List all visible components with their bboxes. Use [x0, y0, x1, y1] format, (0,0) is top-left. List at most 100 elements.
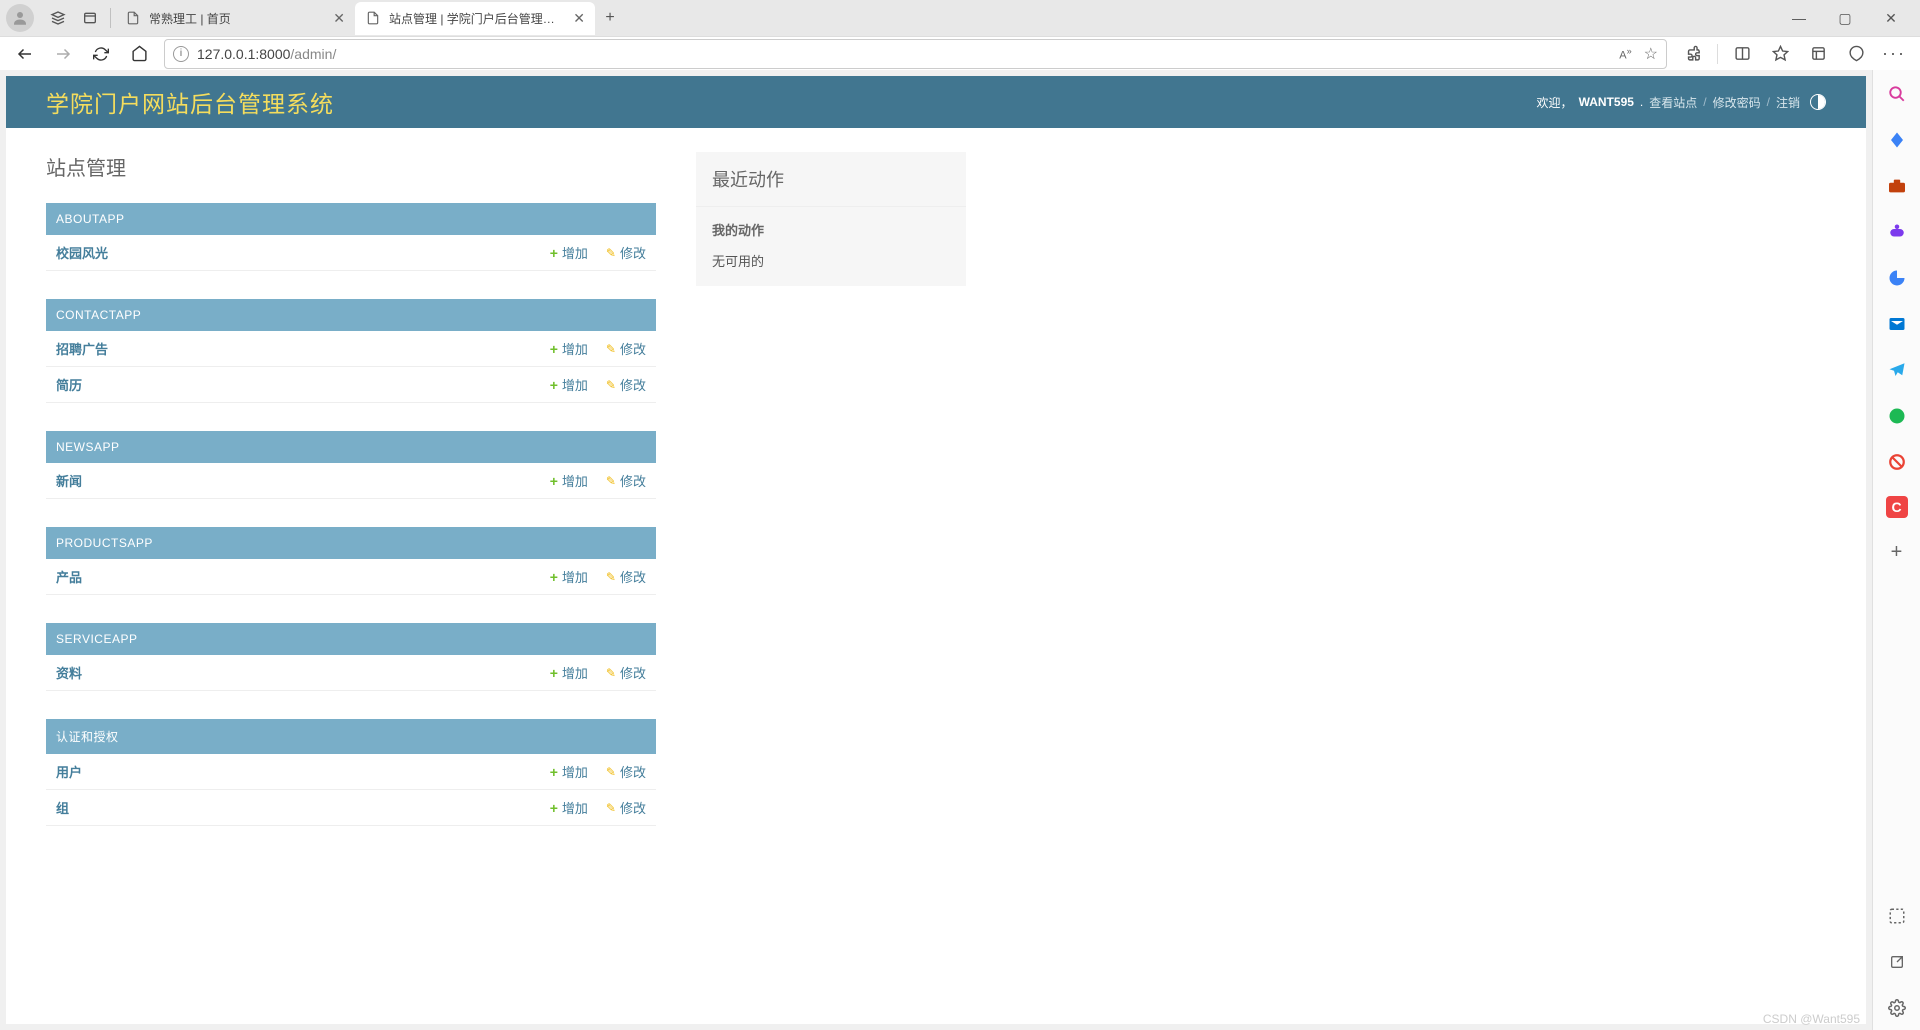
- add-link[interactable]: +增加: [550, 375, 588, 394]
- model-row: 产品+增加 ✎修改: [46, 559, 656, 595]
- add-link[interactable]: +增加: [550, 762, 588, 781]
- app-c-icon[interactable]: C: [1886, 496, 1908, 518]
- app-caption[interactable]: NEWSAPP: [46, 431, 656, 463]
- view-site-link[interactable]: 查看站点: [1649, 94, 1697, 111]
- app-module: 认证和授权用户+增加✎修改组+增加✎修改: [46, 719, 656, 826]
- app-caption[interactable]: 认证和授权: [46, 719, 656, 754]
- model-row: 简历+增加 ✎修改: [46, 367, 656, 403]
- model-row: 组+增加 ✎修改: [46, 790, 656, 826]
- tab-actions-icon[interactable]: [74, 2, 106, 34]
- app-caption[interactable]: ABOUTAPP: [46, 203, 656, 235]
- model-link[interactable]: 校园风光: [56, 243, 550, 262]
- browser-tab-active[interactable]: 站点管理 | 学院门户后台管理系统 ✕: [355, 2, 595, 35]
- pencil-icon: ✎: [606, 765, 616, 779]
- model-row: 招聘广告+增加 ✎修改: [46, 331, 656, 367]
- maximize-button[interactable]: ▢: [1822, 2, 1868, 34]
- forward-button[interactable]: [46, 39, 80, 69]
- model-link[interactable]: 用户: [56, 762, 550, 781]
- browser-tab-inactive[interactable]: 常熟理工 | 首页 ✕: [115, 2, 355, 35]
- url-text: 127.0.0.1:8000/admin/: [197, 46, 336, 62]
- add-app-icon[interactable]: +: [1885, 540, 1909, 564]
- refresh-button[interactable]: [84, 39, 118, 69]
- change-link[interactable]: ✎修改: [606, 567, 646, 586]
- app-caption[interactable]: SERVICEAPP: [46, 623, 656, 655]
- collections-icon[interactable]: [1800, 39, 1836, 69]
- plus-icon: +: [550, 341, 558, 357]
- app-module: CONTACTAPP招聘广告+增加✎修改简历+增加✎修改: [46, 299, 656, 403]
- change-link[interactable]: ✎修改: [606, 762, 646, 781]
- close-icon[interactable]: ✕: [333, 10, 345, 27]
- menu-button[interactable]: ···: [1876, 39, 1912, 69]
- search-icon[interactable]: [1885, 82, 1909, 106]
- outlook-icon[interactable]: [1885, 312, 1909, 336]
- address-bar[interactable]: i 127.0.0.1:8000/admin/ A» ☆: [164, 39, 1667, 69]
- site-info-icon[interactable]: i: [173, 46, 189, 62]
- add-link[interactable]: +增加: [550, 567, 588, 586]
- model-link[interactable]: 招聘广告: [56, 339, 550, 358]
- change-link[interactable]: ✎修改: [606, 471, 646, 490]
- spotify-icon[interactable]: [1885, 404, 1909, 428]
- share-icon[interactable]: [1885, 950, 1909, 974]
- minimize-button[interactable]: —: [1776, 2, 1822, 34]
- model-row: 新闻+增加 ✎修改: [46, 463, 656, 499]
- games-icon[interactable]: [1885, 220, 1909, 244]
- close-icon[interactable]: ✕: [573, 10, 585, 27]
- add-link[interactable]: +增加: [550, 663, 588, 682]
- add-link[interactable]: +增加: [550, 243, 588, 262]
- office-icon[interactable]: [1885, 266, 1909, 290]
- nocookie-icon[interactable]: [1885, 450, 1909, 474]
- favorite-icon[interactable]: ☆: [1644, 44, 1658, 64]
- theme-toggle-icon[interactable]: [1810, 94, 1826, 110]
- model-link[interactable]: 简历: [56, 375, 550, 394]
- settings-icon[interactable]: [1885, 996, 1909, 1020]
- pencil-icon: ✎: [606, 342, 616, 356]
- home-button[interactable]: [122, 39, 156, 69]
- change-link[interactable]: ✎修改: [606, 375, 646, 394]
- tools-icon[interactable]: [1885, 174, 1909, 198]
- logout-link[interactable]: 注销: [1776, 94, 1800, 111]
- change-link[interactable]: ✎修改: [606, 798, 646, 817]
- extensions-icon[interactable]: [1675, 39, 1711, 69]
- workspaces-icon[interactable]: [42, 2, 74, 34]
- page-icon: [365, 10, 381, 26]
- change-link[interactable]: ✎修改: [606, 339, 646, 358]
- admin-header: 学院门户网站后台管理系统 欢迎， WANT595. 查看站点 / 修改密码 / …: [6, 76, 1866, 128]
- plus-icon: +: [550, 800, 558, 816]
- model-row: 用户+增加 ✎修改: [46, 754, 656, 790]
- site-title[interactable]: 学院门户网站后台管理系统: [46, 85, 334, 119]
- profile-icon[interactable]: [6, 4, 34, 32]
- separator: [1717, 44, 1718, 64]
- favorites-icon[interactable]: [1762, 39, 1798, 69]
- plus-icon: +: [550, 473, 558, 489]
- app-module: PRODUCTSAPP 产品+增加 ✎修改: [46, 527, 656, 595]
- split-screen-icon[interactable]: [1724, 39, 1760, 69]
- screenshot-icon[interactable]: [1885, 904, 1909, 928]
- change-link[interactable]: ✎修改: [606, 663, 646, 682]
- my-actions-label: 我的动作: [696, 207, 966, 243]
- app-caption[interactable]: CONTACTAPP: [46, 299, 656, 331]
- add-link[interactable]: +增加: [550, 798, 588, 817]
- new-tab-button[interactable]: +: [595, 3, 625, 33]
- admin-page: 学院门户网站后台管理系统 欢迎， WANT595. 查看站点 / 修改密码 / …: [6, 76, 1866, 1024]
- change-link[interactable]: ✎修改: [606, 243, 646, 262]
- app-caption[interactable]: PRODUCTSAPP: [46, 527, 656, 559]
- model-link[interactable]: 新闻: [56, 471, 550, 490]
- plus-icon: +: [550, 665, 558, 681]
- telegram-icon[interactable]: [1885, 358, 1909, 382]
- model-link[interactable]: 产品: [56, 567, 550, 586]
- close-window-button[interactable]: ✕: [1868, 2, 1914, 34]
- add-link[interactable]: +增加: [550, 471, 588, 490]
- separator: [110, 8, 111, 28]
- recent-actions: 最近动作 我的动作 无可用的: [696, 152, 966, 854]
- pencil-icon: ✎: [606, 801, 616, 815]
- read-aloud-icon[interactable]: A»: [1619, 46, 1631, 62]
- add-link[interactable]: +增加: [550, 339, 588, 358]
- model-link[interactable]: 资料: [56, 663, 550, 682]
- edge-sidebar: C +: [1872, 70, 1920, 1030]
- shopping-icon[interactable]: [1885, 128, 1909, 152]
- change-password-link[interactable]: 修改密码: [1713, 94, 1761, 111]
- watermark: CSDN @Want595: [1763, 1012, 1860, 1026]
- browser-essentials-icon[interactable]: [1838, 39, 1874, 69]
- model-link[interactable]: 组: [56, 798, 550, 817]
- back-button[interactable]: [8, 39, 42, 69]
